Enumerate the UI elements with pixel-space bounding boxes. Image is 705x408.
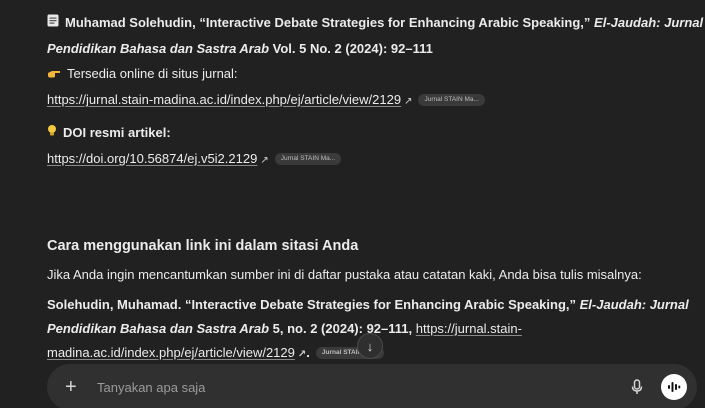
citation-link[interactable]: https://jurnal.stain-	[416, 321, 522, 336]
voice-mode-button[interactable]	[661, 374, 687, 400]
source-chip[interactable]: Jurnal STAIN Ma...	[274, 152, 342, 165]
online-label: Tersedia online di situs jurnal:	[67, 66, 238, 82]
citation-end: .	[306, 345, 310, 361]
reference-line-1: Muhamad Solehudin, “Interactive Debate S…	[47, 10, 703, 36]
external-link-icon: ↗	[404, 96, 413, 108]
doi-label-line: DOI resmi artikel:	[47, 120, 697, 146]
doi-label: DOI resmi artikel:	[63, 125, 171, 141]
external-link-icon: ↗	[260, 155, 269, 167]
document-icon	[47, 10, 59, 35]
journal-name: El-Jaudah: Jurnal	[594, 15, 704, 30]
chat-message: Muhamad Solehudin, “Interactive Debate S…	[47, 10, 703, 367]
lightbulb-icon	[47, 120, 57, 145]
citation-link-cont[interactable]: madina.ac.id/index.php/ej/article/view/2…	[47, 345, 295, 360]
doi-link-line: https://doi.org/10.56874/ej.v5i2.2129 ↗ Ju…	[47, 146, 697, 173]
doi-link[interactable]: https://doi.org/10.56874/ej.v5i2.2129	[47, 151, 257, 166]
section-heading: Cara menggunakan link ini dalam sitasi A…	[47, 238, 359, 255]
scroll-down-button[interactable]: ↓	[357, 333, 383, 359]
citation-journal-cont: Pendidikan Bahasa dan Sastra Arab	[47, 321, 270, 337]
reference-line-2: Pendidikan Bahasa dan Sastra Arab Vol. 5…	[47, 36, 697, 61]
citation-journal: El-Jaudah: Jurnal	[579, 297, 689, 313]
pointing-hand-icon	[47, 61, 61, 86]
journal-name-cont: Pendidikan Bahasa dan Sastra Arab	[47, 41, 270, 57]
source-chip[interactable]: Jurnal STAIN Ma...	[418, 93, 485, 106]
prompt-input[interactable]	[97, 379, 627, 395]
section-intro: Jika Anda ingin mencantumkan sumber ini …	[47, 267, 642, 283]
message-composer: +	[47, 364, 697, 408]
citation-volume: 5, no. 2 (2024): 92–111,	[269, 321, 416, 337]
arrow-down-icon: ↓	[366, 338, 374, 354]
journal-article-link[interactable]: https://jurnal.stain-madina.ac.id/index.…	[47, 92, 401, 107]
reference-volume: Vol. 5 No. 2 (2024): 92–111	[269, 41, 433, 57]
external-link-icon: ↗	[297, 349, 307, 361]
online-link-line: https://jurnal.stain-madina.ac.id/index.…	[47, 87, 697, 114]
microphone-icon[interactable]	[627, 377, 647, 397]
reference-text: Muhamad Solehudin, “Interactive Debate S…	[65, 15, 595, 30]
online-label-line: Tersedia online di situs jurnal:	[47, 61, 697, 87]
voice-mode-icon	[668, 382, 681, 392]
citation-text: Solehudin, Muhamad. “Interactive Debate …	[47, 297, 580, 313]
plus-icon[interactable]: +	[65, 377, 85, 397]
